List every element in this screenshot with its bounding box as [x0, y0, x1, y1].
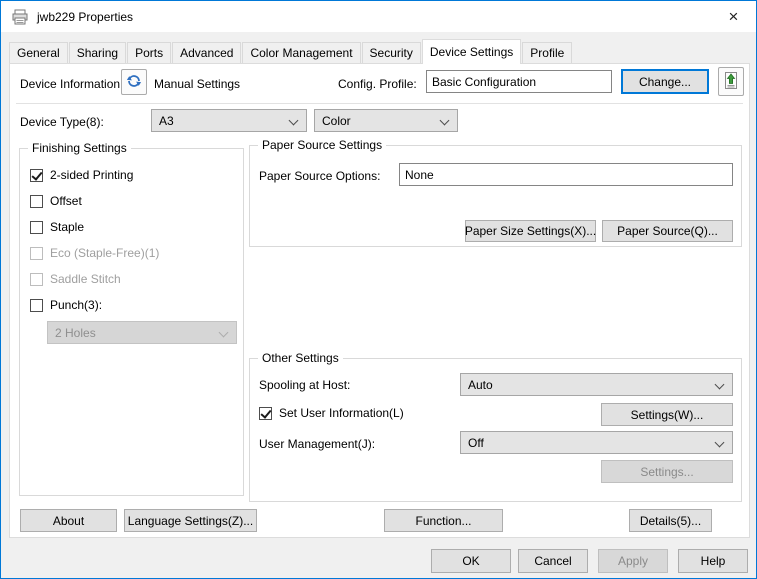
device-information-label: Device Information: — [20, 77, 123, 91]
spooling-at-host-label: Spooling at Host: — [259, 378, 350, 392]
checkbox-box[interactable] — [30, 221, 43, 234]
checkbox-box[interactable] — [30, 169, 43, 182]
checkbox-label: Punch(3): — [50, 298, 102, 312]
export-profile-button[interactable] — [718, 67, 744, 96]
chevron-down-icon — [715, 438, 725, 448]
refresh-icon — [126, 73, 142, 92]
help-button[interactable]: Help — [678, 549, 748, 573]
punch-holes-select: 2 Holes — [47, 321, 237, 344]
tab-profile[interactable]: Profile — [522, 42, 572, 63]
tab-ports[interactable]: Ports — [127, 42, 171, 63]
groupbox-finishing-settings: Finishing Settings 2-sided Printing Offs… — [19, 148, 244, 496]
groupbox-other-settings: Other Settings Spooling at Host: Auto Se… — [249, 358, 742, 502]
cancel-button[interactable]: Cancel — [518, 549, 588, 573]
other-settings-title: Other Settings — [258, 351, 343, 365]
groupbox-paper-source-settings: Paper Source Settings Paper Source Optio… — [249, 145, 742, 247]
paper-source-options-input[interactable]: None — [399, 163, 733, 186]
properties-dialog: jwb229 Properties × General Sharing Port… — [0, 0, 757, 579]
tab-sharing[interactable]: Sharing — [69, 42, 126, 63]
punch-holes-value: 2 Holes — [55, 326, 96, 340]
checkbox-punch[interactable]: Punch(3): — [30, 298, 102, 312]
device-type-label: Device Type(8): — [20, 115, 104, 129]
details-button[interactable]: Details(5)... — [629, 509, 712, 532]
tab-advanced[interactable]: Advanced — [172, 42, 241, 63]
close-icon[interactable]: × — [711, 1, 756, 32]
window-title: jwb229 Properties — [37, 10, 133, 24]
checkbox-label: Offset — [50, 194, 82, 208]
tab-strip: General Sharing Ports Advanced Color Man… — [9, 40, 573, 63]
device-information-status: Manual Settings — [154, 77, 240, 91]
checkbox-2-sided-printing[interactable]: 2-sided Printing — [30, 168, 133, 182]
color-mode-select[interactable]: Color — [314, 109, 458, 132]
checkbox-label: Saddle Stitch — [50, 272, 121, 286]
spooling-at-host-select[interactable]: Auto — [460, 373, 733, 396]
paper-source-options-label: Paper Source Options: — [259, 169, 380, 183]
checkbox-set-user-information[interactable]: Set User Information(L) — [259, 406, 404, 420]
device-settings-page: Device Information: Manual Settings Conf… — [9, 63, 750, 538]
checkbox-label: Staple — [50, 220, 84, 234]
upload-icon — [723, 71, 739, 93]
paper-size-settings-button[interactable]: Paper Size Settings(X)... — [465, 220, 596, 242]
checkbox-box[interactable] — [30, 195, 43, 208]
color-mode-value: Color — [322, 114, 351, 128]
function-button[interactable]: Function... — [384, 509, 503, 532]
checkbox-box — [30, 273, 43, 286]
paper-source-settings-title: Paper Source Settings — [258, 138, 386, 152]
spooling-at-host-value: Auto — [468, 378, 493, 392]
chevron-down-icon — [715, 380, 725, 390]
chevron-down-icon — [289, 116, 299, 126]
checkbox-box[interactable] — [30, 299, 43, 312]
config-profile-input[interactable]: Basic Configuration — [426, 70, 612, 93]
checkbox-label: Eco (Staple-Free)(1) — [50, 246, 159, 260]
tab-color-management[interactable]: Color Management — [242, 42, 360, 63]
settings-w-button[interactable]: Settings(W)... — [601, 403, 733, 426]
chevron-down-icon — [440, 116, 450, 126]
checkbox-staple[interactable]: Staple — [30, 220, 84, 234]
checkbox-box[interactable] — [259, 407, 272, 420]
tab-device-settings[interactable]: Device Settings — [422, 39, 521, 64]
checkbox-box — [30, 247, 43, 260]
config-profile-label: Config. Profile: — [338, 77, 417, 91]
settings-disabled-button: Settings... — [601, 460, 733, 483]
checkbox-saddle-stitch: Saddle Stitch — [30, 272, 121, 286]
title-bar: jwb229 Properties × — [1, 1, 756, 32]
language-settings-button[interactable]: Language Settings(Z)... — [124, 509, 257, 532]
checkbox-label: 2-sided Printing — [50, 168, 133, 182]
printer-icon — [11, 9, 29, 25]
header-separator — [16, 103, 743, 104]
device-type-value: A3 — [159, 114, 174, 128]
chevron-down-icon — [219, 328, 229, 338]
checkbox-eco-staple-free: Eco (Staple-Free)(1) — [30, 246, 159, 260]
user-management-value: Off — [468, 436, 484, 450]
user-management-select[interactable]: Off — [460, 431, 733, 454]
apply-button: Apply — [598, 549, 668, 573]
user-management-label: User Management(J): — [259, 437, 375, 451]
checkbox-offset[interactable]: Offset — [30, 194, 82, 208]
ok-button[interactable]: OK — [431, 549, 511, 573]
refresh-button[interactable] — [121, 69, 147, 95]
tab-general[interactable]: General — [9, 42, 68, 63]
tab-security[interactable]: Security — [362, 42, 421, 63]
checkbox-label: Set User Information(L) — [279, 406, 404, 420]
device-type-select[interactable]: A3 — [151, 109, 307, 132]
paper-source-button[interactable]: Paper Source(Q)... — [602, 220, 733, 242]
about-button[interactable]: About — [20, 509, 117, 532]
finishing-settings-title: Finishing Settings — [28, 141, 131, 155]
change-button[interactable]: Change... — [621, 69, 709, 94]
